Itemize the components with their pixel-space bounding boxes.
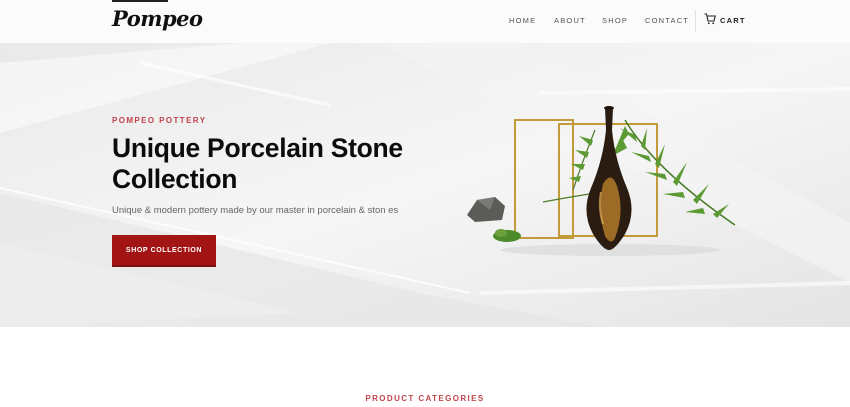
hero-eyebrow: POMPEO POTTERY — [112, 116, 207, 125]
hero-product-image — [467, 106, 736, 256]
nav-divider — [695, 10, 696, 32]
logo-accent-bar — [112, 0, 168, 2]
site-header: Pompeo HOME ABOUT SHOP CONTACT CART — [0, 0, 850, 43]
product-categories-title: PRODUCT CATEGORIES — [365, 394, 485, 403]
nav-shop[interactable]: SHOP — [602, 16, 628, 25]
shop-collection-button[interactable]: SHOP COLLECTION — [112, 235, 216, 265]
cart-link[interactable]: CART — [704, 13, 746, 25]
nav-contact[interactable]: CONTACT — [645, 16, 689, 25]
nav-about[interactable]: ABOUT — [554, 16, 586, 25]
cart-icon — [704, 13, 716, 25]
nav-home[interactable]: HOME — [509, 16, 536, 25]
hero-subtext: Unique & modern pottery made by our mast… — [112, 205, 399, 216]
hero-headline: Unique Porcelain Stone Collection — [112, 133, 403, 194]
cart-label: CART — [720, 16, 746, 25]
